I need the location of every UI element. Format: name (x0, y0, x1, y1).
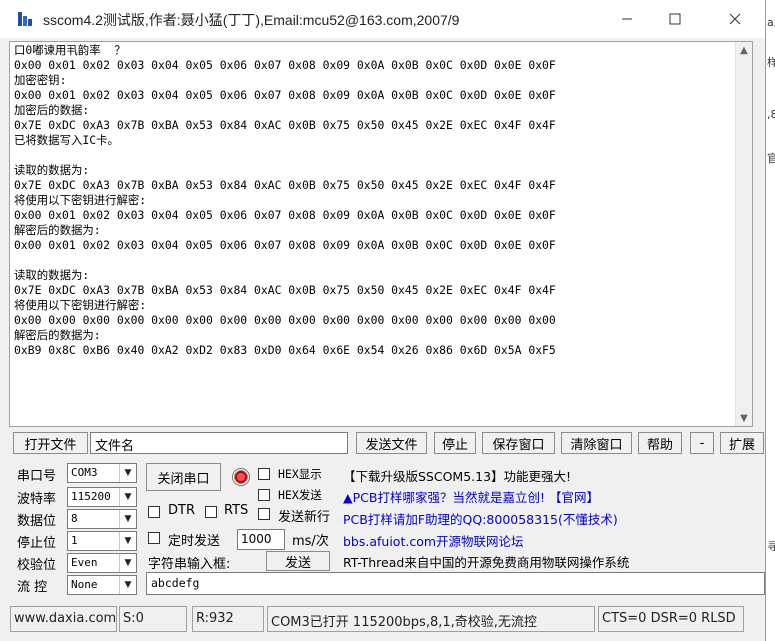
hex-send-checkbox[interactable] (258, 489, 270, 501)
hex-display-checkbox[interactable] (258, 468, 270, 480)
interval-input[interactable]: 1000 (237, 529, 285, 550)
dtr-checkbox[interactable] (148, 506, 160, 518)
rtthread-link[interactable]: RT-Thread来自中国的开源免费商用物联网操作系统 (343, 552, 629, 571)
port-select[interactable]: COM3 ▼ (67, 463, 137, 483)
chevron-down-icon: ▼ (119, 464, 136, 482)
rts-label: RTS (224, 503, 249, 518)
databits-select[interactable]: 8 ▼ (67, 509, 137, 529)
info-panel: 【下载升级版SSCOM5.13】功能更强大! ▲PCB打样哪家强？当然就是嘉立创… (343, 463, 764, 571)
baud-select[interactable]: 115200 ▼ (67, 487, 137, 507)
flow-control-label: 流 控 (17, 580, 48, 595)
expand-button[interactable]: 扩展 (720, 432, 764, 454)
databits-label: 数据位 (17, 514, 57, 529)
collapse-button[interactable]: - (690, 432, 714, 454)
forum-link[interactable]: bbs.afuiot.com开源物联网论坛 (343, 531, 524, 550)
scroll-up-icon[interactable]: ▲ (736, 42, 752, 58)
hex-send-label: HEX发送 (278, 488, 322, 502)
minimize-button[interactable] (604, 0, 650, 38)
parity-select[interactable]: Even ▼ (67, 553, 137, 573)
close-port-button[interactable]: 关闭串口 (146, 463, 221, 491)
stopbits-label: 停止位 (17, 536, 57, 551)
port-status-led-icon (232, 468, 250, 486)
port-label: 串口号 (17, 469, 57, 484)
send-newline-label: 发送新行 (278, 510, 331, 525)
chevron-down-icon: ▼ (119, 510, 136, 528)
save-window-button[interactable]: 保存窗口 (482, 432, 555, 454)
clear-window-button[interactable]: 清除窗口 (561, 432, 632, 454)
timed-send-checkbox[interactable] (148, 532, 160, 544)
open-file-button[interactable]: 打开文件 (13, 432, 88, 454)
upgrade-link[interactable]: 【下载升级版SSCOM5.13】功能更强大! (343, 466, 571, 485)
status-received-count: R:932 (192, 606, 264, 632)
dtr-label: DTR (168, 503, 195, 518)
status-bar: www.daxia.com S:0 R:932 COM3已打开 115200bp… (0, 604, 765, 634)
send-file-button[interactable]: 发送文件 (356, 432, 427, 454)
chevron-down-icon: ▼ (119, 576, 136, 594)
string-input-label: 字符串输入框: (148, 557, 231, 572)
chevron-down-icon: ▼ (119, 554, 136, 572)
scroll-down-icon[interactable]: ▼ (736, 410, 752, 426)
pcb-ad-link[interactable]: ▲PCB打样哪家强？当然就是嘉立创! 【官网】 (343, 487, 599, 506)
hex-display-label: HEX显示 (278, 467, 322, 481)
send-newline-checkbox[interactable] (258, 508, 270, 520)
parity-label: 校验位 (17, 558, 57, 573)
rts-checkbox[interactable] (205, 506, 217, 518)
status-line-signals: CTS=0 DSR=0 RLSD (598, 606, 744, 632)
status-port-info: COM3已打开 115200bps,8,1,奇校验,无流控 (267, 606, 595, 632)
receive-output-area[interactable]: 口0嘟谏用丮韵率 ？ 0x00 0x01 0x02 0x03 0x04 0x05… (9, 41, 753, 427)
close-icon (729, 13, 741, 25)
sscom-window: sscom4.2测试版,作者:聂小猛(丁丁),Email:mcu52@163.c… (0, 0, 766, 641)
minimize-icon (622, 18, 632, 20)
timed-send-label: 定时发送 (168, 534, 221, 549)
status-website[interactable]: www.daxia.com (10, 606, 117, 632)
stopbits-select[interactable]: 1 ▼ (67, 531, 137, 551)
interval-unit-label: ms/次 (292, 534, 329, 549)
chevron-down-icon: ▼ (119, 488, 136, 506)
stop-button[interactable]: 停止 (434, 432, 476, 454)
close-button[interactable] (712, 0, 758, 38)
receive-output-text: 口0嘟谏用丮韵率 ？ 0x00 0x01 0x02 0x03 0x04 0x05… (14, 43, 556, 357)
flow-control-select[interactable]: None ▼ (67, 575, 137, 595)
send-text-input[interactable]: abcdefg (146, 572, 765, 595)
file-name-input[interactable]: 文件名 (90, 432, 348, 454)
window-title: sscom4.2测试版,作者:聂小猛(丁丁),Email:mcu52@163.c… (43, 12, 460, 28)
title-bar: sscom4.2测试版,作者:聂小猛(丁丁),Email:mcu52@163.c… (0, 0, 765, 38)
status-sent-count: S:0 (119, 606, 187, 632)
chevron-down-icon: ▼ (119, 532, 136, 550)
maximize-icon (669, 13, 681, 25)
sscom-app-icon (18, 12, 32, 26)
background-window-edge: ax 样 ,8 官 寻 (765, 0, 775, 641)
pcb-qq-link[interactable]: PCB打样请加F助理的QQ:800058315(不懂技术) (343, 509, 618, 528)
send-button[interactable]: 发送 (266, 551, 330, 571)
maximize-button[interactable] (652, 0, 698, 38)
help-button[interactable]: 帮助 (638, 432, 682, 454)
output-vertical-scrollbar[interactable]: ▲ ▼ (735, 42, 752, 426)
baud-label: 波特率 (17, 492, 57, 507)
